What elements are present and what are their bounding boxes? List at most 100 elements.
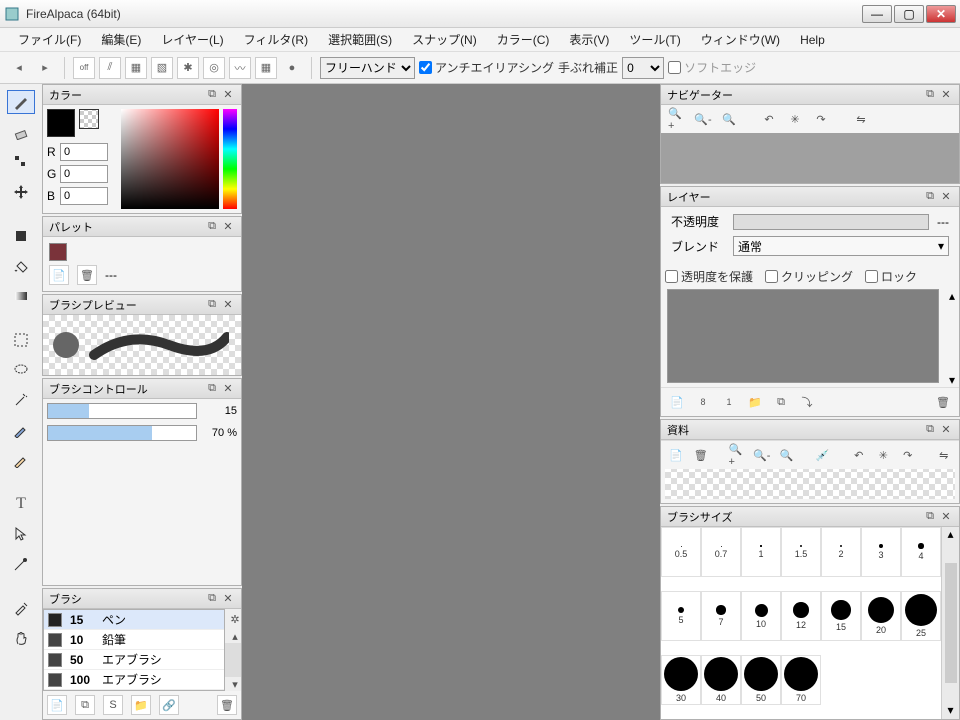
close-icon[interactable]: ✕ (939, 190, 953, 204)
dock-icon[interactable]: ⧉ (205, 298, 219, 312)
ref-open-button[interactable]: 📄 (667, 445, 686, 465)
brush-size-cell[interactable]: 25 (901, 591, 941, 641)
menu-layer[interactable]: レイヤー(L) (151, 31, 233, 48)
selectpen-tool[interactable] (7, 418, 35, 442)
move-tool[interactable] (7, 180, 35, 204)
rotate-ccw-icon[interactable]: ↶ (759, 109, 779, 129)
brush-size-cell[interactable]: 5 (661, 591, 701, 641)
brush-size-cell[interactable]: 30 (661, 655, 701, 705)
brush-delete-button[interactable]: 🗑 (217, 695, 237, 715)
menu-color[interactable]: カラー(C) (487, 31, 560, 48)
layer-8bit-button[interactable]: 8 (693, 392, 713, 412)
object-tool[interactable] (7, 522, 35, 546)
brush-size-cell[interactable]: 20 (861, 591, 901, 641)
snap-point-button[interactable]: ● (281, 57, 303, 79)
brush-size-cell[interactable]: 50 (741, 655, 781, 705)
ref-zoomout-button[interactable]: 🔍- (752, 445, 771, 465)
layer-1bit-button[interactable]: 1 (719, 392, 739, 412)
ref-rotreset-button[interactable]: ✳ (874, 445, 893, 465)
menu-view[interactable]: 表示(V) (559, 31, 619, 48)
dot-tool[interactable] (7, 150, 35, 174)
flip-icon[interactable]: ⇋ (851, 109, 871, 129)
close-icon[interactable]: ✕ (221, 382, 235, 396)
eyedropper-tool[interactable] (7, 596, 35, 620)
dock-icon[interactable]: ⧉ (923, 190, 937, 204)
brush-size-cell[interactable]: 15 (821, 591, 861, 641)
reference-canvas[interactable] (665, 469, 955, 499)
wand-tool[interactable] (7, 388, 35, 412)
zoom-fit-icon[interactable]: 🔍 (719, 109, 739, 129)
ref-zoomin-button[interactable]: 🔍+ (728, 445, 747, 465)
palette-chip[interactable] (49, 243, 67, 261)
layer-dup-button[interactable]: ⧉ (771, 392, 791, 412)
brush-size-cell[interactable]: 10 (741, 591, 781, 641)
undo-button[interactable]: ◂ (8, 57, 30, 79)
brush-item[interactable]: 50エアブラシ (44, 650, 224, 670)
selecterase-tool[interactable] (7, 448, 35, 472)
brush-script-button[interactable]: S (103, 695, 123, 715)
close-button[interactable]: ✕ (926, 5, 956, 23)
layer-folder-button[interactable]: 📁 (745, 392, 765, 412)
eraser-tool[interactable] (7, 120, 35, 144)
brush-new-button[interactable]: 📄 (47, 695, 67, 715)
stabilizer-select[interactable]: 0 (622, 57, 664, 79)
dock-icon[interactable]: ⧉ (205, 382, 219, 396)
hand-tool[interactable] (7, 626, 35, 650)
brush-size-cell[interactable]: 3 (861, 527, 901, 577)
blend-mode-select[interactable]: 通常▾ (733, 236, 949, 256)
snap-circle-button[interactable]: ◎ (203, 57, 225, 79)
menu-snap[interactable]: スナップ(N) (402, 31, 487, 48)
fill-tool[interactable] (7, 224, 35, 248)
clipping-checkbox[interactable]: クリッピング (765, 268, 853, 285)
redo-button[interactable]: ▸ (34, 57, 56, 79)
snap-off-button[interactable]: off (73, 57, 95, 79)
ref-rotcw-button[interactable]: ↷ (898, 445, 917, 465)
close-icon[interactable]: ✕ (221, 298, 235, 312)
palette-add-button[interactable]: 📄 (49, 265, 69, 285)
dock-icon[interactable]: ⧉ (923, 88, 937, 102)
snap-curve-button[interactable]: 〰 (229, 57, 251, 79)
brush-size-cell[interactable]: 1.5 (781, 527, 821, 577)
menu-select[interactable]: 選択範囲(S) (318, 31, 402, 48)
brush-item[interactable]: 10鉛筆 (44, 630, 224, 650)
opacity-slider[interactable] (47, 425, 197, 441)
zoom-in-icon[interactable]: 🔍+ (667, 109, 687, 129)
dock-icon[interactable]: ⧉ (923, 423, 937, 437)
rotate-reset-icon[interactable]: ✳ (785, 109, 805, 129)
layer-list[interactable] (667, 289, 939, 383)
dock-icon[interactable]: ⧉ (205, 592, 219, 606)
menu-file[interactable]: ファイル(F) (8, 31, 91, 48)
divide-tool[interactable] (7, 552, 35, 576)
snap-radial-button[interactable]: ✱ (177, 57, 199, 79)
brush-size-cell[interactable]: 12 (781, 591, 821, 641)
ref-fit-button[interactable]: 🔍 (777, 445, 796, 465)
canvas-area[interactable] (242, 84, 660, 720)
close-icon[interactable]: ✕ (939, 510, 953, 524)
navigator-view[interactable] (661, 133, 959, 183)
layer-opacity-slider[interactable] (733, 214, 929, 230)
layer-merge-button[interactable]: ⤵ (797, 392, 817, 412)
lasso-tool[interactable] (7, 358, 35, 382)
brush-size-cell[interactable]: 40 (701, 655, 741, 705)
b-input[interactable] (60, 187, 108, 205)
lock-checkbox[interactable]: ロック (865, 268, 917, 285)
ref-rotccw-button[interactable]: ↶ (849, 445, 868, 465)
brush-size-cell[interactable]: 70 (781, 655, 821, 705)
brush-size-cell[interactable]: 0.7 (701, 527, 741, 577)
minimize-button[interactable]: — (862, 5, 892, 23)
brush-folder-button[interactable]: 📁 (131, 695, 151, 715)
size-slider[interactable] (47, 403, 197, 419)
maximize-button[interactable]: ▢ (894, 5, 924, 23)
brush-dup-button[interactable]: ⧉ (75, 695, 95, 715)
menu-filter[interactable]: フィルタ(R) (234, 31, 318, 48)
brush-size-scrollbar[interactable]: ▴▾ (941, 527, 959, 719)
brush-size-cell[interactable]: 0.5 (661, 527, 701, 577)
close-icon[interactable]: ✕ (221, 88, 235, 102)
g-input[interactable] (60, 165, 108, 183)
snap-3d-button[interactable]: ▦ (255, 57, 277, 79)
dock-icon[interactable]: ⧉ (205, 88, 219, 102)
rotate-cw-icon[interactable]: ↷ (811, 109, 831, 129)
ref-eyedropper-button[interactable]: 💉 (813, 445, 832, 465)
brush-tool[interactable] (7, 90, 35, 114)
draw-mode-select[interactable]: フリーハンド (320, 57, 415, 79)
